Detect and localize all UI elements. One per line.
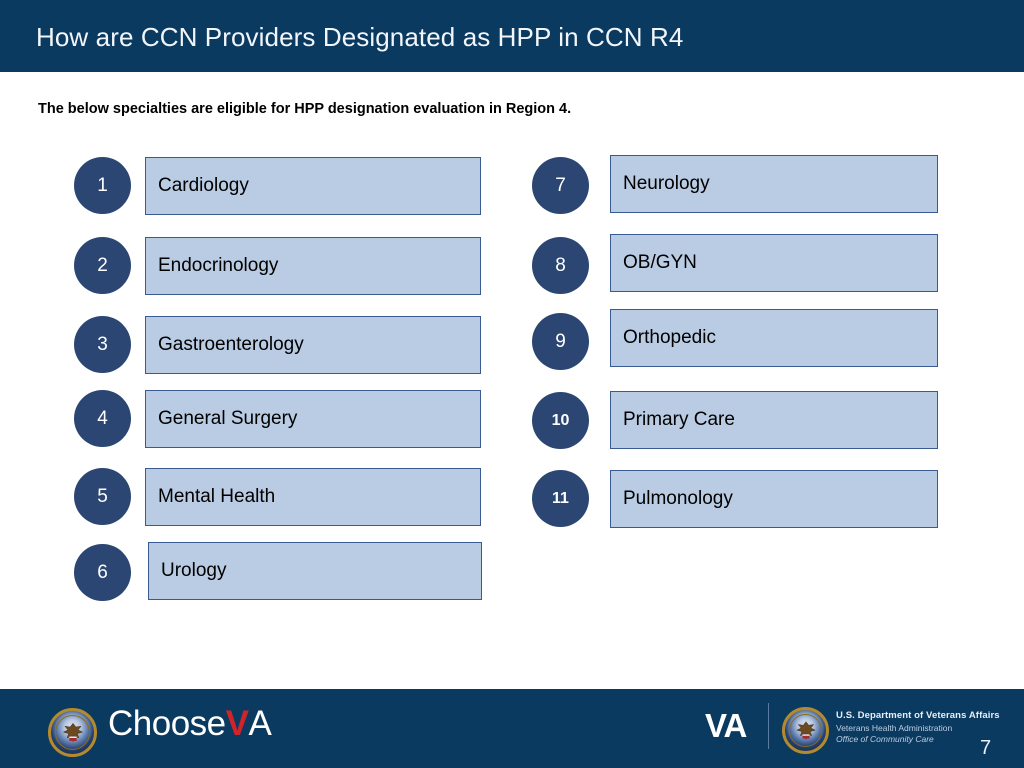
eagle-icon: [62, 722, 83, 742]
item-number: 8: [555, 255, 566, 276]
item-number-badge: 1: [74, 157, 131, 214]
agency-line-3: Office of Community Care: [836, 734, 934, 745]
item-label: Mental Health: [158, 486, 276, 507]
item-number-badge: 9: [532, 313, 589, 370]
item-label: Gastroenterology: [158, 334, 304, 355]
va-seal-icon: [48, 708, 97, 757]
agency-text: U.S. Department of Veterans Affairs Vete…: [836, 710, 1000, 746]
item-label: Urology: [161, 560, 227, 581]
item-label: Primary Care: [623, 409, 735, 430]
item-number-badge: 4: [74, 390, 131, 447]
item-number: 2: [97, 255, 108, 276]
item-number-badge: 3: [74, 316, 131, 373]
item-box[interactable]: Mental Health: [145, 468, 481, 526]
item-box[interactable]: Neurology: [610, 155, 938, 213]
agency-line-1: U.S. Department of Veterans Affairs: [836, 710, 1000, 721]
item-label: Cardiology: [158, 175, 249, 196]
footer-divider: [768, 703, 769, 749]
item-number: 6: [97, 562, 108, 583]
item-number-badge: 8: [532, 237, 589, 294]
item-box[interactable]: Orthopedic: [610, 309, 938, 367]
va-wordmark: VA: [705, 707, 747, 744]
item-number-badge: 7: [532, 157, 589, 214]
page-number: 7: [980, 737, 992, 759]
item-number: 1: [97, 175, 108, 196]
item-box[interactable]: Gastroenterology: [145, 316, 481, 374]
item-number: 7: [555, 175, 566, 196]
item-label: Endocrinology: [158, 255, 279, 276]
va-seal-icon-secondary: [782, 707, 829, 754]
item-number-badge: 5: [74, 468, 131, 525]
item-box[interactable]: Pulmonology: [610, 470, 938, 528]
item-box[interactable]: Cardiology: [145, 157, 481, 215]
item-number-badge: 2: [74, 237, 131, 294]
agency-line-2: Veterans Health Administration: [836, 722, 953, 733]
item-box[interactable]: Urology: [148, 542, 482, 600]
item-box[interactable]: OB/GYN: [610, 234, 938, 292]
choose-va-choose: Choose: [108, 704, 226, 743]
item-number: 5: [97, 486, 108, 507]
item-number: 11: [552, 489, 569, 507]
item-label: Neurology: [623, 173, 710, 194]
item-box[interactable]: General Surgery: [145, 390, 481, 448]
item-number: 9: [555, 331, 566, 352]
item-number: 3: [97, 334, 108, 355]
item-label: OB/GYN: [623, 252, 697, 273]
item-number-badge: 10: [532, 392, 589, 449]
choose-va-a: A: [248, 704, 272, 743]
item-number: 4: [97, 408, 108, 429]
item-number-badge: 6: [74, 544, 131, 601]
item-box[interactable]: Endocrinology: [145, 237, 481, 295]
choose-va-logo: ChooseVA: [108, 704, 272, 743]
item-label: General Surgery: [158, 408, 298, 429]
eagle-icon: [795, 720, 816, 739]
item-number-badge: 11: [532, 470, 589, 527]
choose-va-v: V: [225, 704, 249, 743]
item-number: 10: [551, 411, 570, 429]
item-label: Pulmonology: [623, 488, 733, 509]
item-label: Orthopedic: [623, 327, 716, 348]
item-box[interactable]: Primary Care: [610, 391, 938, 449]
specialty-list-area: 1 Cardiology 2 Endocrinology 3 Gastroent…: [0, 0, 1024, 689]
